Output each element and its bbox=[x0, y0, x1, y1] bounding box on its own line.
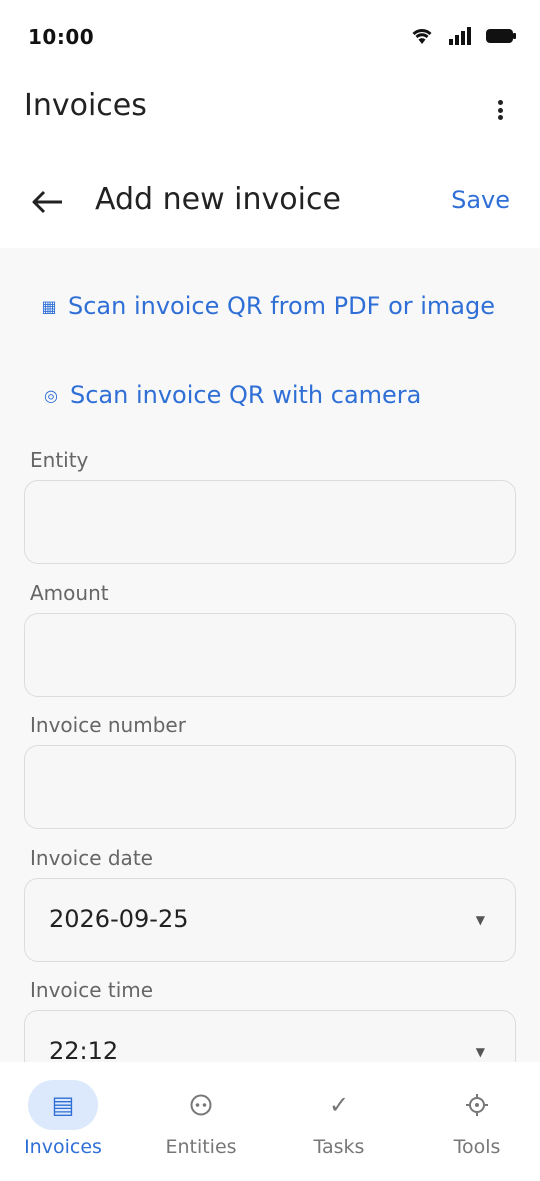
arrow-left-icon[interactable] bbox=[28, 182, 68, 222]
invoice-number-label: Invoice number bbox=[30, 713, 186, 737]
signal-icon bbox=[449, 27, 471, 45]
invoice-time-value: 22:12 bbox=[49, 1037, 119, 1062]
bottom-nav: ▤ Invoices Entities ✓ Tasks Tools bbox=[0, 1062, 540, 1181]
page-title: Invoices bbox=[24, 88, 147, 123]
check-icon: ✓ bbox=[328, 1091, 350, 1119]
dropdown-arrow-icon: ▼ bbox=[475, 1045, 485, 1059]
entity-field[interactable] bbox=[24, 480, 516, 564]
app-header: Invoices bbox=[0, 72, 540, 152]
scan-qr-camera-label: Scan invoice QR with camera bbox=[70, 381, 422, 409]
scan-qr-pdf-label: Scan invoice QR from PDF or image bbox=[68, 292, 495, 320]
invoice-date-label: Invoice date bbox=[30, 846, 153, 870]
invoice-time-label: Invoice time bbox=[30, 978, 154, 1002]
invoice-number-field[interactable] bbox=[24, 745, 516, 829]
nav-item-entities[interactable]: Entities bbox=[141, 1080, 261, 1158]
nav-item-tasks[interactable]: ✓ Tasks bbox=[279, 1080, 399, 1158]
nav-item-invoices[interactable]: ▤ Invoices bbox=[3, 1080, 123, 1158]
form-title: Add new invoice bbox=[95, 182, 341, 217]
entity-label: Entity bbox=[30, 448, 89, 472]
dropdown-arrow-icon: ▼ bbox=[475, 913, 485, 927]
status-time: 10:00 bbox=[28, 25, 95, 49]
wifi-icon bbox=[412, 29, 432, 44]
status-bar: 10:00 bbox=[0, 0, 540, 72]
nav-label: Tools bbox=[453, 1136, 501, 1158]
nav-label: Tasks bbox=[313, 1136, 365, 1158]
grid-icon: ▦ bbox=[41, 296, 57, 316]
amount-field[interactable] bbox=[24, 613, 516, 697]
invoices-icon: ▤ bbox=[28, 1080, 98, 1130]
scan-qr-camera-button[interactable]: ◎ Scan invoice QR with camera bbox=[42, 381, 421, 409]
tools-icon bbox=[442, 1080, 512, 1130]
camera-icon: ◎ bbox=[44, 385, 58, 405]
battery-icon bbox=[486, 29, 516, 43]
entities-icon bbox=[166, 1080, 236, 1130]
status-icons bbox=[410, 26, 516, 46]
nav-item-tools[interactable]: Tools bbox=[417, 1080, 537, 1158]
form-header: Add new invoice Save bbox=[0, 152, 540, 248]
invoice-date-value: 2026-09-25 bbox=[49, 905, 189, 933]
form-content: ▦ Scan invoice QR from PDF or image ◎ Sc… bbox=[0, 248, 540, 1062]
scan-qr-pdf-button[interactable]: ▦ Scan invoice QR from PDF or image bbox=[40, 292, 495, 320]
amount-label: Amount bbox=[30, 581, 109, 605]
invoice-time-select[interactable]: 22:12 ▼ bbox=[24, 1010, 516, 1062]
save-button[interactable]: Save bbox=[451, 186, 510, 214]
invoice-date-select[interactable]: 2026-09-25 ▼ bbox=[24, 878, 516, 962]
more-vert-icon[interactable] bbox=[488, 98, 512, 122]
nav-label: Entities bbox=[165, 1136, 237, 1158]
nav-label: Invoices bbox=[24, 1136, 102, 1158]
